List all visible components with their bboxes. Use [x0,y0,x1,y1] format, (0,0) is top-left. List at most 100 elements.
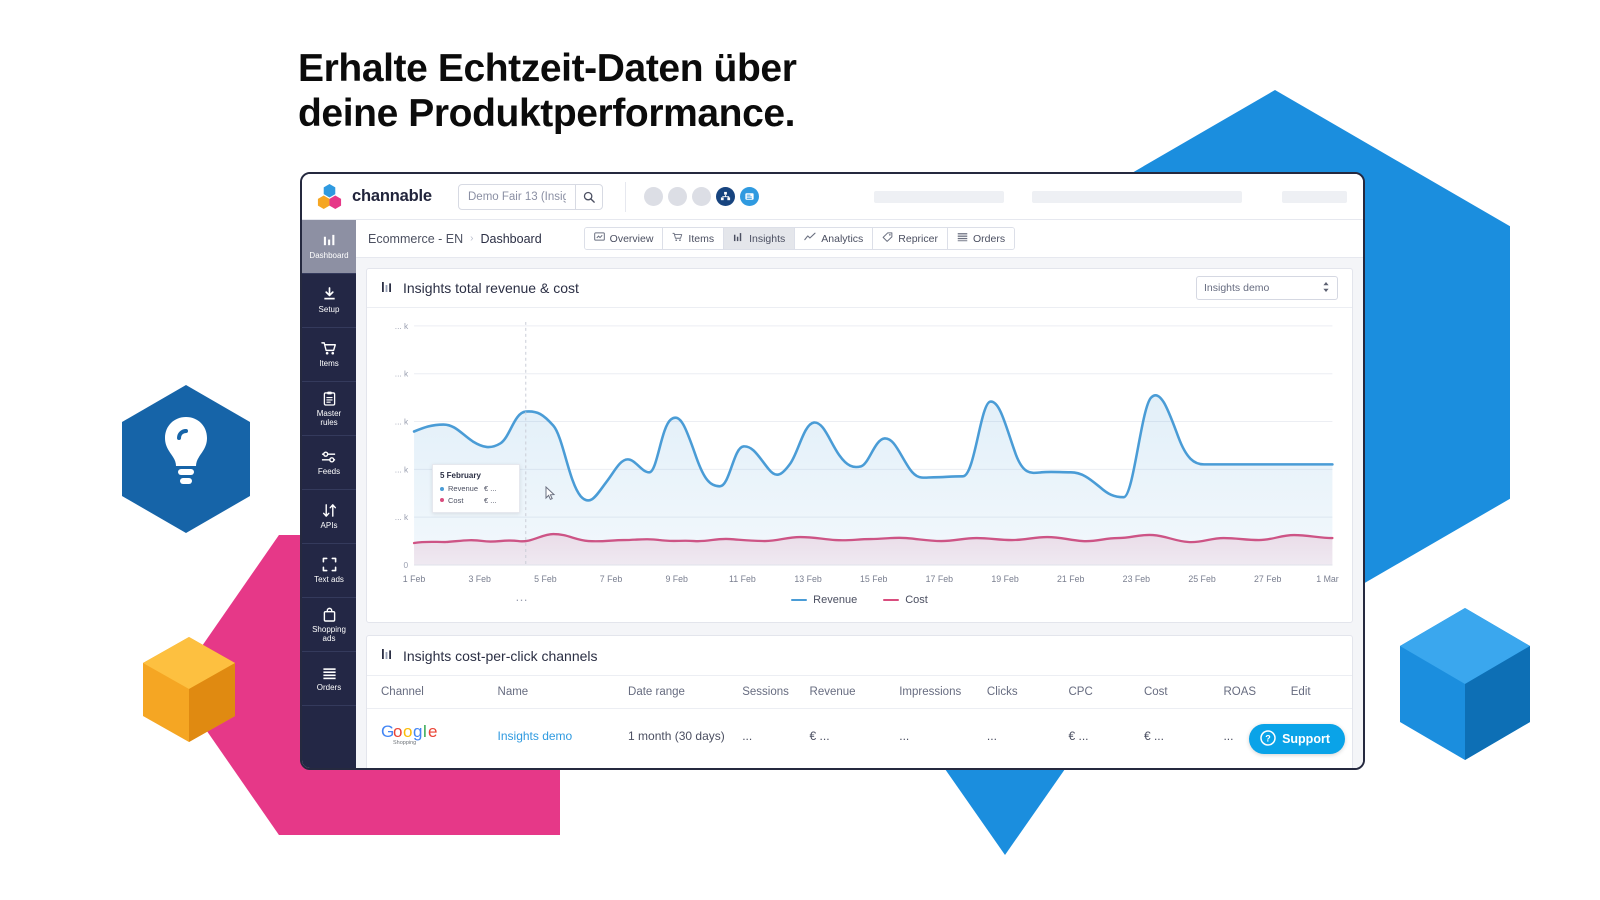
chart-card-title: Insights total revenue & cost [381,280,579,297]
sidebar-filler [302,706,356,768]
chart-plot-area[interactable]: ... k ... k ... k ... k ... k 0 1 Feb 3 … [367,308,1352,622]
column-header-edit[interactable]: Edit [1290,676,1352,709]
tooltip-label: Cost [448,495,464,505]
column-header-cost[interactable]: Cost [1143,676,1224,709]
column-header-date-range[interactable]: Date range [628,676,743,709]
sidebar-item-shopping-ads[interactable]: Shopping ads [302,598,356,652]
cell-name[interactable]: Insights demo [498,709,629,763]
column-header-cpc[interactable]: CPC [1068,676,1144,709]
topbar-placeholder [1282,191,1347,203]
sidebar-item-label: Orders [316,683,342,693]
sidebar-item-master-rules[interactable]: Master rules [302,382,356,436]
chart-card-header: Insights total revenue & cost Insights d… [367,269,1352,309]
legend-swatch-cost [883,599,900,601]
bar-chart-icon [322,232,337,249]
column-header-clicks[interactable]: Clicks [986,676,1069,709]
support-button-label: Support [1282,732,1330,746]
svg-text:e: e [428,722,437,741]
chart-card: Insights total revenue & cost Insights d… [366,268,1353,623]
tooltip-date: 5 February [440,471,481,481]
expand-frame-icon [322,556,337,573]
tab-label: Insights [749,232,786,245]
question-mark-icon: ? [1260,729,1276,749]
search-box[interactable] [458,183,603,210]
svg-text:... k: ... k [395,465,409,475]
sidebar-item-setup[interactable]: Setup [302,274,356,328]
chart-select-value: Insights demo [1204,282,1270,295]
legend-item-revenue[interactable]: Revenue [791,594,857,606]
tab-repricer[interactable]: Repricer [873,228,948,249]
tab-label: Orders [972,232,1006,245]
column-header-revenue[interactable]: Revenue [809,676,900,709]
sidebar-item-orders[interactable]: Orders [302,652,356,706]
tooltip-row-revenue: Revenue € ... [440,483,512,494]
chart-title-text: Insights total revenue & cost [403,280,579,297]
column-header-channel[interactable]: Channel [367,676,498,709]
avatar-placeholder[interactable] [668,187,687,206]
sidebar-item-feeds[interactable]: Feeds [302,436,356,490]
topbar-placeholder [874,191,1004,203]
legend-item-cost[interactable]: Cost [883,594,928,606]
svg-text:o: o [393,722,402,741]
tab-insights[interactable]: Insights [724,228,796,249]
chart-dataset-select[interactable]: Insights demo [1196,276,1338,301]
topbar-placeholder [1032,191,1242,203]
breadcrumb: Ecommerce - EN › Dashboard [368,232,542,246]
column-header-name[interactable]: Name [497,676,629,709]
column-header-impressions[interactable]: Impressions [899,676,987,709]
tab-items[interactable]: Items [663,228,725,249]
sidebar-item-apis[interactable]: APIs [302,490,356,544]
cell-sessions: ... [742,728,753,743]
table-row[interactable]: G o o g l e Shopping Insights demo 1 mon… [367,709,1352,763]
chevron-right-icon: › [470,233,474,244]
cell-cost: € ... [1143,728,1164,743]
avatar-placeholder[interactable] [644,187,663,206]
main-content: Ecommerce - EN › Dashboard Overview Item… [356,220,1363,768]
svg-text:1 Mar: 1 Mar [1316,574,1339,584]
tag-icon [882,232,893,245]
tab-orders[interactable]: Orders [947,228,1015,249]
cart-icon [672,232,683,245]
sidebar-item-dashboard[interactable]: Dashboard [302,220,356,274]
column-header-roas[interactable]: ROAS [1223,676,1291,709]
avatar-placeholder[interactable] [692,187,711,206]
support-button[interactable]: ? Support [1249,724,1345,754]
sidebar-item-text-ads[interactable]: Text ads [302,544,356,598]
svg-text:27 Feb: 27 Feb [1254,574,1281,584]
tab-overview[interactable]: Overview [584,228,664,249]
tab-label: Overview [609,232,654,245]
svg-text:o: o [403,722,412,741]
sidebar-item-label: Master rules [316,409,342,427]
tab-analytics[interactable]: Analytics [795,228,874,249]
news-feed-icon[interactable] [740,187,759,206]
search-icon[interactable] [575,184,602,209]
svg-text:9 Feb: 9 Feb [665,574,688,584]
cell-clicks: ... [986,728,997,743]
sidebar-item-label: Setup [318,305,340,315]
shopping-cart-icon [321,340,337,357]
app-window: channable Demo Fair 13 (Insights) Dashbo… [300,172,1365,770]
shopping-bag-icon [323,606,336,623]
cpc-channels-table: Channel Name Date range Sessions Revenue… [367,676,1352,762]
svg-text:... k: ... k [395,512,409,522]
lightbulb-icon [165,417,207,484]
search-input[interactable] [459,184,575,209]
svg-text:13 Feb: 13 Feb [794,574,821,584]
sidebar-item-items[interactable]: Items [302,328,356,382]
tab-label: Analytics [821,232,864,245]
cell-impressions: ... [899,728,910,743]
series-dot-revenue [440,486,444,491]
legend-label: Revenue [813,594,858,606]
column-header-sessions[interactable]: Sessions [742,676,810,709]
breadcrumb-root[interactable]: Ecommerce - EN [368,232,463,246]
brand[interactable]: channable [316,183,448,210]
tabbar: Overview Items Insights Analytics Repric… [583,227,1016,250]
svg-text:15 Feb: 15 Feb [860,574,887,584]
svg-text:11 Feb: 11 Feb [729,574,756,584]
tooltip-row-cost: Cost € ... [440,495,512,506]
tab-label: Items [688,232,715,245]
svg-text:?: ? [1265,733,1271,743]
apps-grid-icon[interactable] [716,187,735,206]
svg-text:17 Feb: 17 Feb [926,574,953,584]
mouse-cursor-icon [545,486,556,501]
